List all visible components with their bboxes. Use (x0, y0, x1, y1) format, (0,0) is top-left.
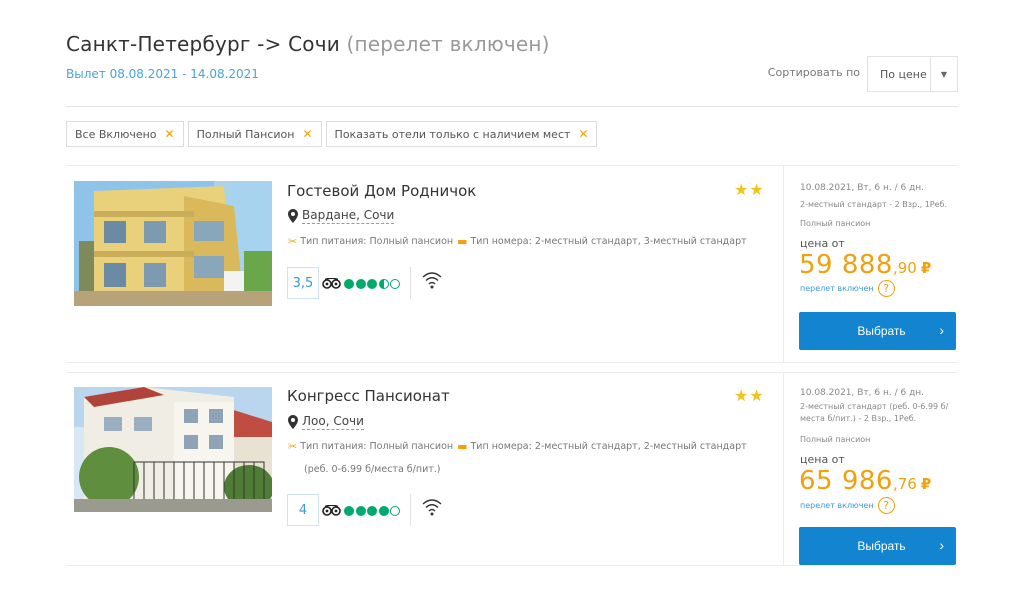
offer-date: 10.08.2021, Вт, 6 н. / 6 дн. (800, 183, 925, 193)
help-icon[interactable]: ? (877, 497, 895, 514)
flight-note: (перелет включен) (346, 32, 550, 56)
filter-chip-full-board[interactable]: Полный Пансион ✕ (187, 121, 322, 147)
offer-room: 2-местный стандарт (реб. 0-6.99 б/места … (800, 402, 949, 423)
meal-type: Тип питания: Полный пансион (300, 441, 454, 452)
offer-meal: Полный пансион (800, 219, 871, 228)
sort-label: Сортировать по (767, 66, 860, 79)
choose-button[interactable]: Выбрать › (799, 312, 956, 350)
filter-chip-label: Полный Пансион (196, 127, 295, 141)
tripadvisor-owl-icon (322, 505, 341, 516)
hotel-stars: ★★ (734, 180, 765, 199)
bed-icon: ▬ (457, 440, 468, 453)
hotel-card: Конгресс Пансионат ★★ Лоо, Сочи ✂ Тип пи… (66, 372, 958, 566)
hotel-card: Гостевой Дом Родничок ★★ Вардане, Сочи ✂… (66, 165, 958, 363)
chevron-down-icon[interactable]: ▼ (930, 57, 957, 91)
hotel-photo[interactable] (74, 387, 272, 512)
ruble-icon: ₽ (920, 475, 932, 493)
location-text: Вардане, Сочи (302, 208, 395, 224)
rating-score: 4 (287, 494, 319, 526)
price-from-label: цена от (800, 237, 845, 250)
choose-button-label: Выбрать (857, 324, 906, 338)
hotel-meta: ✂ Тип питания: Полный пансион ▬ Тип номе… (288, 235, 747, 248)
utensils-icon: ✂ (288, 235, 298, 248)
room-type: Тип номера: 2-местный стандарт, 2-местны… (470, 441, 747, 452)
room-type-continued: (реб. 0-6.99 б/места б/пит.) (304, 464, 441, 475)
price-cents: ,90 (892, 259, 917, 277)
flight-included: перелет включен ? (800, 497, 895, 514)
rating-score: 3,5 (287, 267, 319, 299)
divider (410, 267, 411, 299)
rating-bubble (367, 278, 377, 289)
choose-button-label: Выбрать (857, 539, 906, 553)
offer-panel: 10.08.2021, Вт, 6 н. / 6 дн. 2-местный с… (783, 373, 958, 565)
offer-date: 10.08.2021, Вт, 6 н. / 6 дн. (800, 388, 925, 398)
hotel-stars: ★★ (734, 386, 765, 405)
route-title: Санкт-Петербург -> Сочи (66, 32, 340, 56)
tripadvisor-rating (322, 278, 402, 289)
rating-bubble (355, 505, 366, 516)
rating-bubble (390, 278, 400, 289)
hotel-name[interactable]: Конгресс Пансионат (287, 387, 450, 405)
rating-bubble (344, 278, 354, 289)
wifi-icon (422, 272, 442, 289)
filter-chip-label: Все Включено (75, 127, 157, 141)
price: 59 888 ,90 ₽ (799, 250, 931, 280)
offer-meal: Полный пансион (800, 435, 871, 444)
wifi-icon (422, 499, 442, 516)
price-main: 59 888 (799, 250, 893, 280)
divider (410, 494, 411, 526)
map-pin-icon (288, 209, 298, 223)
sort-value: По цене (880, 67, 927, 81)
active-filters: Все Включено ✕ Полный Пансион ✕ Показать… (66, 121, 598, 147)
offer-room: 2-местный стандарт - 2 Взр., 1Реб. (800, 200, 948, 209)
rating-bubble (344, 505, 354, 516)
location-text: Лоо, Сочи (302, 414, 364, 430)
flight-included-text: перелет включен (800, 284, 874, 293)
sort-select[interactable]: По цене ▼ (867, 56, 958, 92)
rating-bubble (355, 278, 366, 289)
bed-icon: ▬ (457, 235, 468, 248)
rating-bubble (390, 505, 400, 516)
close-icon[interactable]: ✕ (165, 127, 175, 141)
choose-button[interactable]: Выбрать › (799, 527, 956, 565)
tripadvisor-rating (322, 505, 402, 516)
header-divider (66, 106, 958, 107)
page-title: Санкт-Петербург -> Сочи (перелет включен… (66, 32, 550, 56)
chevron-right-icon: › (939, 537, 944, 553)
filter-chip-available-only[interactable]: Показать отели только с наличием мест ✕ (325, 121, 598, 147)
price-main: 65 986 (799, 466, 893, 496)
meal-type: Тип питания: Полный пансион (300, 236, 454, 247)
flight-included: перелет включен ? (800, 280, 895, 297)
rating-bubble (367, 505, 377, 516)
hotel-meta: ✂ Тип питания: Полный пансион ▬ Тип номе… (288, 440, 747, 453)
hotel-name[interactable]: Гостевой Дом Родничок (287, 182, 476, 200)
departure-dates: Вылет 08.08.2021 - 14.08.2021 (66, 67, 259, 81)
hotel-location[interactable]: Лоо, Сочи (288, 414, 364, 430)
ruble-icon: ₽ (920, 259, 932, 277)
flight-included-text: перелет включен (800, 501, 874, 510)
help-icon[interactable]: ? (877, 280, 895, 297)
price-cents: ,76 (892, 475, 917, 493)
utensils-icon: ✂ (288, 440, 298, 453)
map-pin-icon (288, 415, 298, 429)
tripadvisor-owl-icon (322, 278, 341, 289)
price: 65 986 ,76 ₽ (799, 466, 931, 496)
offer-panel: 10.08.2021, Вт, 6 н. / 6 дн. 2-местный с… (783, 166, 958, 362)
search-results-page: Санкт-Петербург -> Сочи (перелет включен… (66, 0, 958, 600)
room-type: Тип номера: 2-местный стандарт, 3-местны… (470, 236, 747, 247)
rating-bubble (378, 278, 389, 289)
rating-bubble (378, 505, 389, 516)
close-icon[interactable]: ✕ (578, 127, 588, 141)
chevron-right-icon: › (939, 322, 944, 338)
price-from-label: цена от (800, 453, 845, 466)
filter-chip-all-inclusive[interactable]: Все Включено ✕ (66, 121, 184, 147)
close-icon[interactable]: ✕ (302, 127, 312, 141)
hotel-location[interactable]: Вардане, Сочи (288, 208, 395, 224)
hotel-photo[interactable] (74, 181, 272, 306)
filter-chip-label: Показать отели только с наличием мест (334, 127, 571, 141)
